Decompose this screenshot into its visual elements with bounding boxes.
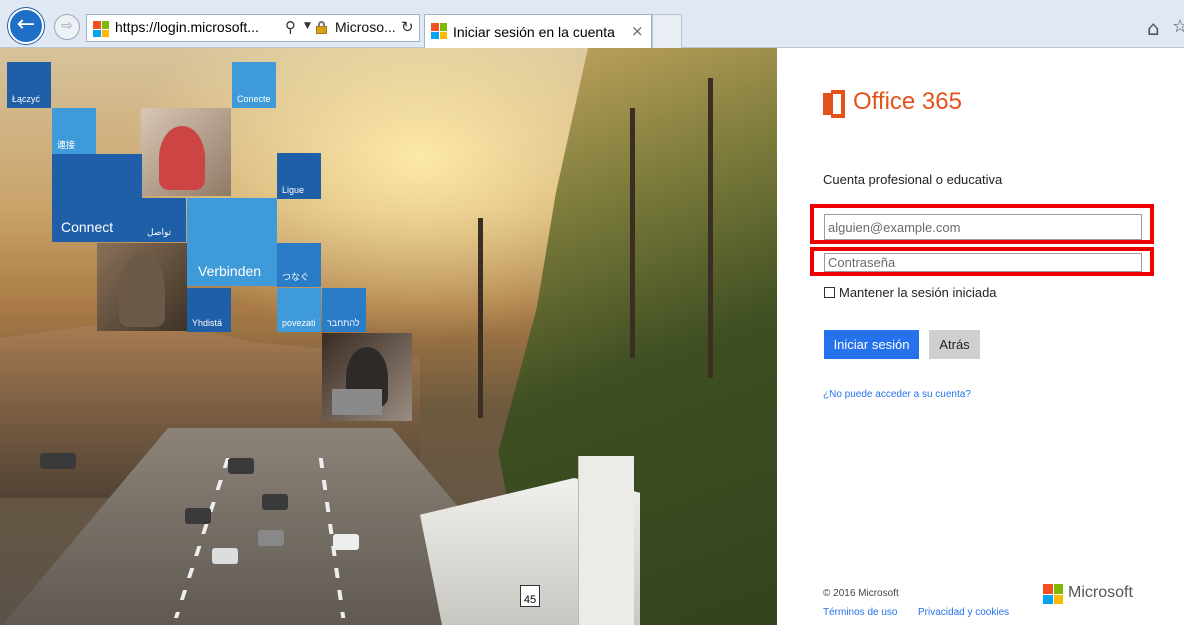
photo-tile xyxy=(141,108,231,196)
car xyxy=(228,458,254,474)
tile-label: つなぐ xyxy=(282,272,310,282)
tile-label: Ligue xyxy=(282,185,305,195)
tile: Conecte xyxy=(232,62,276,108)
person-image xyxy=(159,126,205,190)
tile: Connect xyxy=(52,154,142,242)
tile-label: Conecte xyxy=(237,94,271,104)
copyright: © 2016 Microsoft xyxy=(823,588,899,599)
browser-toolbar: ← ⇨ https://login.microsoft... ⚲ ▼ Micro… xyxy=(0,0,1184,48)
lock-icon[interactable] xyxy=(316,21,327,34)
back-arrow-icon[interactable]: ← xyxy=(8,8,44,44)
tile: Łączyć xyxy=(7,62,51,108)
car xyxy=(262,494,288,510)
tile: Ligue xyxy=(277,153,321,199)
forward-arrow-icon[interactable]: ⇨ xyxy=(54,14,80,40)
palm-tree xyxy=(708,78,713,378)
privacy-link[interactable]: Privacidad y cookies xyxy=(918,607,1009,618)
car xyxy=(40,453,76,469)
car xyxy=(212,548,238,564)
close-icon[interactable]: × xyxy=(631,22,644,40)
person-image xyxy=(119,253,165,327)
terms-link[interactable]: Términos de uso xyxy=(823,607,897,618)
tile-label: تواصل xyxy=(147,227,172,237)
office-icon xyxy=(823,90,845,118)
new-tab-button[interactable] xyxy=(652,14,682,48)
favorites-icon[interactable]: ☆ xyxy=(1172,16,1184,37)
keep-signed-in-checkbox[interactable] xyxy=(824,287,835,298)
car xyxy=(258,530,284,546)
tile: להתחבר xyxy=(322,288,366,332)
speed-sign: 45 xyxy=(520,585,540,607)
tile-label: 連接 xyxy=(57,140,76,150)
tile-label: Verbinden xyxy=(198,263,262,279)
car xyxy=(185,508,211,524)
tile: Yhdistä xyxy=(187,288,231,332)
tile-label: povezati xyxy=(282,318,316,328)
dropdown-icon[interactable]: ▼ xyxy=(304,21,311,31)
microsoft-logo: Microsoft xyxy=(1043,583,1143,605)
tile: つなぐ xyxy=(277,243,321,287)
tile-label: להתחבר xyxy=(327,318,360,328)
laptop-image xyxy=(332,389,382,415)
address-bar[interactable]: https://login.microsoft... ⚲ ▼ Microso..… xyxy=(86,14,420,42)
hero-background-image: 45 Łączyć Conecte 連接 Ligue Connect تواصل… xyxy=(0,48,777,625)
photo-tile xyxy=(322,333,412,421)
address-url[interactable]: https://login.microsoft... xyxy=(115,19,259,35)
concrete-pillar xyxy=(578,456,634,625)
microsoft-logo-icon xyxy=(1043,584,1063,604)
site-identity[interactable]: Microso... xyxy=(335,19,396,35)
photo-tile xyxy=(97,243,187,331)
car xyxy=(333,534,359,550)
tile: Verbinden xyxy=(187,198,277,286)
site-favicon-icon xyxy=(93,21,109,37)
tile: تواصل xyxy=(142,198,186,242)
tile-label: Łączyć xyxy=(12,94,41,104)
tile: povezati xyxy=(277,288,321,332)
refresh-icon[interactable]: ↻ xyxy=(401,18,414,36)
palm-tree xyxy=(630,108,635,358)
keep-signed-in-option[interactable]: Mantener la sesión iniciada xyxy=(824,285,997,300)
tab-title[interactable]: Iniciar sesión en la cuenta xyxy=(453,24,615,40)
password-input[interactable] xyxy=(824,253,1142,272)
home-icon[interactable]: ⌂ xyxy=(1147,16,1160,40)
tile: 連接 xyxy=(52,108,96,154)
email-input[interactable] xyxy=(824,214,1142,240)
signin-button[interactable]: Iniciar sesión xyxy=(824,330,919,359)
tile-label: Yhdistä xyxy=(192,318,223,328)
cant-access-account-link[interactable]: ¿No puede acceder a su cuenta? xyxy=(823,389,971,400)
account-type-label: Cuenta profesional o educativa xyxy=(823,172,1003,187)
back-button[interactable]: Atrás xyxy=(929,330,980,359)
browser-tab[interactable]: Iniciar sesión en la cuenta × xyxy=(424,14,652,48)
tab-favicon-icon xyxy=(431,23,447,39)
keep-signed-in-label: Mantener la sesión iniciada xyxy=(839,285,997,300)
product-name: Office 365 xyxy=(853,88,962,115)
palm-tree xyxy=(478,218,483,418)
microsoft-brand: Microsoft xyxy=(1068,584,1133,601)
tile-label: Connect xyxy=(61,219,114,235)
search-icon[interactable]: ⚲ xyxy=(285,18,296,36)
